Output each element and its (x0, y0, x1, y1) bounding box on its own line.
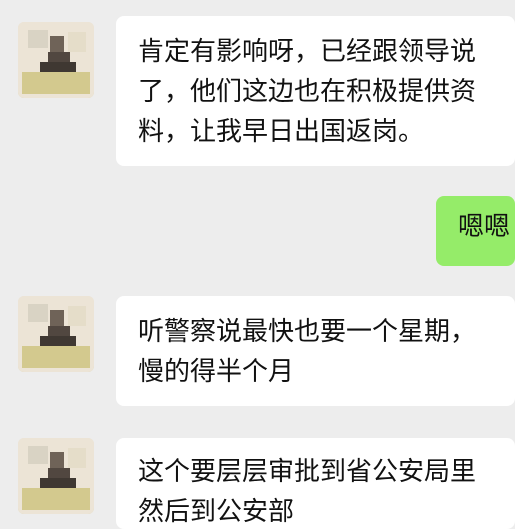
message-text-line: 听警察说最快也要一个星期， (138, 317, 477, 347)
message-text-line: 嗯嗯 (458, 212, 511, 242)
message-text-line: 肯定有影响呀，已经跟领导说 (138, 37, 477, 67)
avatar-image (18, 22, 94, 98)
message-bubble-self[interactable]: 嗯嗯 (436, 196, 515, 266)
message-bubble[interactable]: 听警察说最快也要一个星期， 慢的得半个月 (116, 296, 515, 406)
contact-avatar[interactable] (18, 438, 94, 514)
message-text-line: 这个要层层审批到省公安局里 (138, 457, 477, 487)
message-text-line: 了，他们这边也在积极提供资 (138, 77, 477, 107)
chat-area[interactable]: 肯定有影响呀，已经跟领导说 了，他们这边也在积极提供资 料，让我早日出国返岗。 … (0, 0, 515, 529)
message-text-line: 慢的得半个月 (138, 357, 295, 387)
message-bubble[interactable]: 这个要层层审批到省公安局里 然后到公安部 (116, 438, 515, 529)
avatar-image (18, 296, 94, 372)
contact-avatar[interactable] (18, 22, 94, 98)
message-text-line: 然后到公安部 (138, 497, 295, 527)
contact-avatar[interactable] (18, 296, 94, 372)
message-bubble[interactable]: 肯定有影响呀，已经跟领导说 了，他们这边也在积极提供资 料，让我早日出国返岗。 (116, 16, 515, 166)
avatar-image (18, 438, 94, 514)
message-text-line: 料，让我早日出国返岗。 (138, 117, 425, 147)
